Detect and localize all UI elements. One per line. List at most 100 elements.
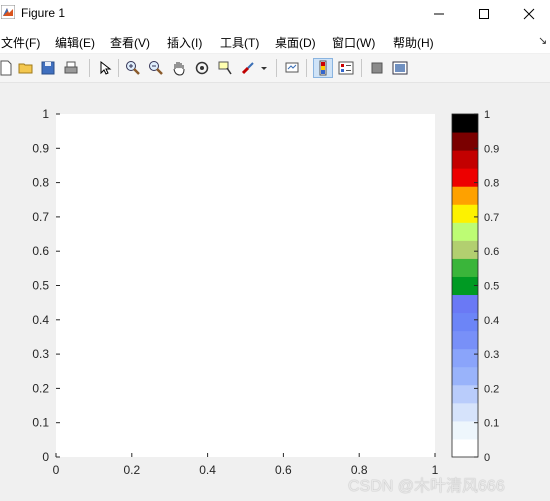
colorbar-segment: [452, 258, 478, 277]
y-tick-label: 0.6: [32, 244, 49, 258]
colorbar-segment: [452, 222, 478, 241]
insert-colorbar-button[interactable]: [313, 58, 333, 78]
menu-file[interactable]: 文件(F): [1, 34, 40, 51]
axes[interactable]: 0 0.2 0.4 0.6 0.8 100.10.20.30.40.50.60.70.80…: [32, 107, 438, 477]
brush-icon: [241, 62, 254, 75]
colorbar-tick-label: 0.8: [484, 178, 499, 190]
colorbar-segment: [452, 204, 478, 223]
x-tick-label: 0: [53, 463, 60, 477]
colorbar-segment: [452, 438, 478, 458]
colorbar-segment: [452, 294, 478, 314]
hide-plot-tools-icon: [371, 62, 383, 74]
colorbar-segment: [452, 150, 478, 169]
colorbar-tick-label: 1: [484, 109, 490, 121]
close-icon: [523, 8, 535, 19]
new-file-button[interactable]: [0, 58, 16, 78]
menu-pin-icon[interactable]: ↘: [538, 34, 547, 47]
close-button[interactable]: [506, 0, 550, 27]
colorbar-segment: [452, 330, 478, 350]
colorbar-segment: [452, 366, 478, 386]
menu-insert[interactable]: 插入(I): [167, 34, 202, 51]
title-bar: Figure 1: [0, 0, 550, 27]
figure-toolbar: [0, 54, 550, 83]
toolbar-separator: [361, 59, 362, 77]
axes-background: [56, 114, 435, 457]
zoom-out-button[interactable]: [146, 58, 166, 78]
colorbar-tick-label: 0.5: [484, 281, 499, 293]
y-tick-label: 0.5: [32, 279, 49, 293]
watermark-text: CSDN @木叶清风666: [348, 478, 505, 495]
link-plot-button[interactable]: [282, 58, 302, 78]
colorbar-icon: [319, 60, 327, 76]
show-plot-tools-button[interactable]: [390, 58, 410, 78]
colorbar-segment: [452, 186, 478, 205]
colorbar-tick-label: 0.3: [484, 349, 499, 361]
colorbar-tick-label: 0.1: [484, 418, 499, 430]
hide-plot-tools-button[interactable]: [367, 58, 387, 78]
link-plot-icon: [285, 62, 299, 73]
brush-button[interactable]: [238, 58, 258, 78]
colorbar-segment: [452, 348, 478, 368]
minimize-button[interactable]: [416, 0, 462, 27]
x-tick-label: 0.6: [275, 463, 292, 477]
colorbar-tick-label: 0.9: [484, 143, 499, 155]
x-tick-label: 0.4: [199, 463, 216, 477]
edit-plot-button[interactable]: [95, 58, 115, 78]
y-tick-label: 0: [42, 450, 49, 464]
plot-svg: 0 0.2 0.4 0.6 0.8 1 0 0.1 0.2 0.3 0.4 0.5 0.6 0.7 0.8 0…: [32, 107, 499, 477]
y-tick-label: 0.1: [32, 416, 49, 430]
new-file-icon: [0, 60, 12, 76]
data-cursor-button[interactable]: [215, 58, 235, 78]
menu-edit[interactable]: 编辑(E): [55, 34, 95, 51]
colorbar-segment: [452, 114, 478, 133]
colorbar-segment: [452, 312, 478, 332]
menu-bar: 文件(F) 编辑(E) 查看(V) 插入(I) 工具(T) 桌面(D) 窗口(W…: [0, 27, 550, 53]
menu-help[interactable]: 帮助(H): [393, 34, 434, 51]
toolbar-separator: [276, 59, 277, 77]
y-tick-label: 0.7: [32, 210, 49, 224]
colorbar-tick-label: 0.2: [484, 383, 499, 395]
zoom-out-icon: [149, 61, 163, 75]
data-cursor-icon: [218, 61, 232, 75]
toolbar-separator: [306, 59, 307, 77]
save-button[interactable]: [38, 58, 58, 78]
print-button[interactable]: [61, 58, 81, 78]
colorbar[interactable]: 0 0.1 0.2 0.3 0.4 0.5 0.6 0.7 0.8 0.9 1: [451, 109, 499, 464]
insert-legend-button[interactable]: [336, 58, 356, 78]
colorbar-tick-label: 0: [484, 452, 490, 464]
menu-view[interactable]: 查看(V): [110, 34, 150, 51]
y-tick-label: 0.4: [32, 313, 49, 327]
open-folder-icon: [18, 63, 33, 74]
rotate-3d-button[interactable]: [192, 58, 212, 78]
figure-canvas: 0 0.2 0.4 0.6 0.8 1 0 0.1 0.2 0.3 0.4 0.5 0.6 0.7 0.8 0…: [0, 83, 550, 501]
zoom-in-icon: [126, 61, 140, 75]
colorbar-segment: [452, 402, 478, 422]
legend-icon: [338, 61, 354, 75]
pan-button[interactable]: [169, 58, 189, 78]
save-icon: [41, 61, 55, 75]
show-plot-tools-icon: [392, 61, 408, 75]
y-tick-label: 0.9: [32, 141, 49, 155]
print-icon: [64, 61, 78, 74]
toolbar-separator: [118, 59, 119, 77]
matlab-icon: [1, 5, 15, 19]
colorbar-segment: [452, 384, 478, 404]
menu-tools[interactable]: 工具(T): [220, 34, 259, 51]
window-title: Figure 1: [21, 6, 66, 20]
menu-desktop[interactable]: 桌面(D): [275, 34, 316, 51]
open-file-button[interactable]: [16, 58, 36, 78]
colorbar-segment: [452, 168, 478, 187]
y-tick-label: 1: [42, 107, 49, 121]
brush-dropdown[interactable]: [258, 58, 270, 78]
y-tick-label: 0.8: [32, 176, 49, 190]
rotate-3d-icon: [195, 61, 209, 75]
x-tick-label: 0.2: [123, 463, 140, 477]
minimize-icon: [434, 13, 444, 14]
colorbar-segment: [452, 420, 478, 440]
colorbar-segment: [452, 240, 478, 259]
chevron-down-icon: [261, 67, 267, 70]
menu-window[interactable]: 窗口(W): [332, 34, 375, 51]
maximize-button[interactable]: [461, 0, 507, 27]
zoom-in-button[interactable]: [123, 58, 143, 78]
colorbar-tick-label: 0.7: [484, 212, 499, 224]
